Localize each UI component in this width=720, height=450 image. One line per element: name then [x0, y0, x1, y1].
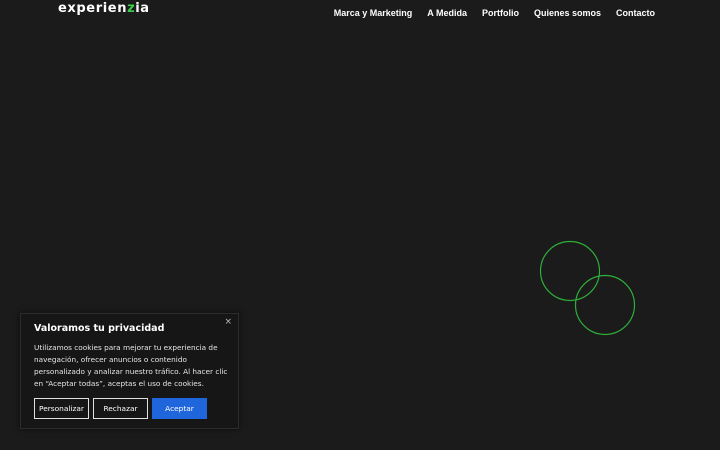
cookie-consent-dialog: × Valoramos tu privacidad Utilizamos coo… — [20, 313, 239, 429]
logo-suffix: ia — [135, 1, 150, 16]
close-icon[interactable]: × — [224, 316, 232, 328]
circle-lower — [574, 274, 636, 336]
nav-contacto[interactable]: Contacto — [616, 6, 655, 20]
main-nav: Marca y Marketing A Medida Portfolio Qui… — [334, 6, 655, 20]
customize-button[interactable]: Personalizar — [34, 398, 89, 419]
reject-button[interactable]: Rechazar — [93, 398, 148, 419]
page: experienzia Marca y Marketing A Medida P… — [0, 0, 720, 450]
logo[interactable]: experienzia — [58, 0, 150, 18]
nav-a-medida[interactable]: A Medida — [427, 6, 467, 20]
accept-button[interactable]: Aceptar — [152, 398, 207, 419]
nav-portfolio[interactable]: Portfolio — [482, 6, 519, 20]
cookie-title: Valoramos tu privacidad — [34, 323, 165, 334]
cookie-text: Utilizamos cookies para mejorar tu exper… — [34, 343, 228, 388]
circle-upper — [539, 240, 601, 302]
cookie-buttons: Personalizar Rechazar Aceptar — [34, 398, 207, 419]
decorative-circles — [539, 240, 636, 336]
logo-prefix: experien — [58, 1, 128, 16]
nav-marca-y-marketing[interactable]: Marca y Marketing — [334, 6, 413, 20]
nav-quienes-somos[interactable]: Quienes somos — [534, 6, 601, 20]
